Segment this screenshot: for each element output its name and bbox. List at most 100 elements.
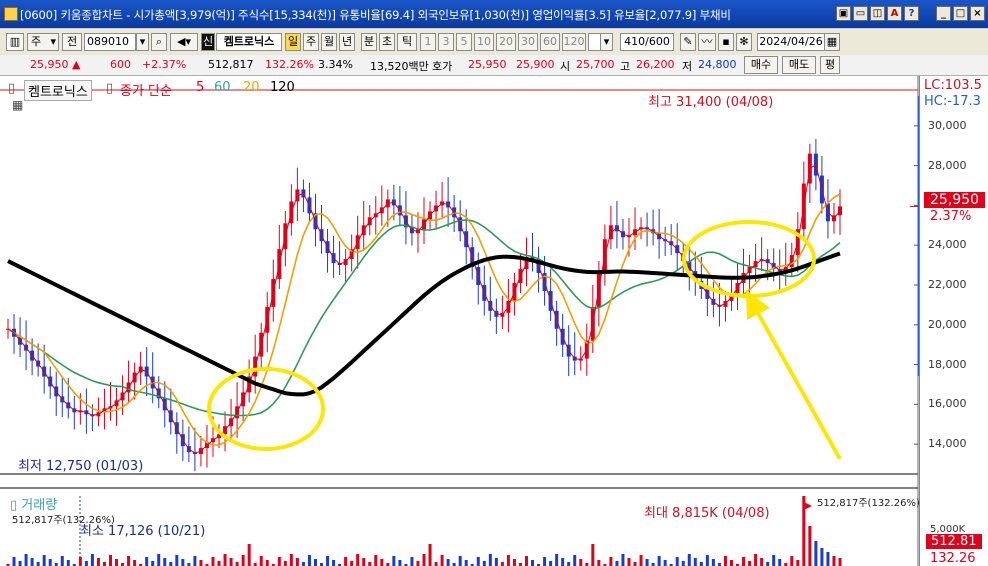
interval-5[interactable]: 5 bbox=[456, 33, 472, 51]
period-week[interactable]: 주 bbox=[303, 33, 319, 51]
legend-handle-2[interactable]: ▯ bbox=[106, 81, 113, 96]
ask-price: 25,950 bbox=[468, 58, 507, 71]
period-year[interactable]: 년 bbox=[339, 33, 355, 51]
period-minute[interactable]: 분 bbox=[361, 33, 377, 51]
legend-ma5: 5 bbox=[196, 80, 205, 95]
volume-last-pct: 132.26 bbox=[930, 551, 976, 566]
interval-30[interactable]: 30 bbox=[518, 33, 538, 51]
date-field[interactable]: 2024/04/26 bbox=[757, 33, 825, 51]
turnover-rate: 3.34% bbox=[318, 58, 353, 71]
volume-bar bbox=[440, 555, 444, 566]
quote-bar: 25,950 ▲ 600 +2.37% 512,817 132.26% 3.34… bbox=[0, 55, 988, 76]
bar-count-field[interactable]: 410/600 bbox=[620, 33, 674, 51]
volume-bar bbox=[549, 561, 553, 566]
volume-bar bbox=[229, 558, 233, 566]
volume-bar bbox=[18, 561, 22, 566]
interval-20[interactable]: 20 bbox=[496, 33, 516, 51]
eval-button[interactable]: 평 bbox=[820, 56, 840, 74]
volume-bar bbox=[639, 555, 643, 566]
prev-button[interactable]: 전 bbox=[62, 33, 82, 51]
volume-bar bbox=[609, 557, 613, 566]
window-split-icon[interactable]: ◫ bbox=[870, 6, 885, 21]
window-title: [0600] 키움종합차트 - 시가총액[3,979(억)] 주식수[15,33… bbox=[20, 8, 731, 22]
volume-bar bbox=[265, 560, 269, 566]
market-select[interactable]: 주 ▾ bbox=[27, 33, 59, 51]
legend-handle[interactable]: ▯ bbox=[8, 81, 15, 96]
volume-bar bbox=[42, 555, 46, 566]
bid-price: 25,900 bbox=[516, 58, 555, 71]
window-option-icon[interactable]: ▣ bbox=[836, 6, 851, 21]
y-tick-label: 30,000 bbox=[928, 118, 967, 132]
open-label: 시 bbox=[560, 60, 571, 73]
close-button[interactable]: × bbox=[970, 6, 985, 21]
window-layout-icon[interactable]: ▭ bbox=[853, 6, 868, 21]
legend-ma60: 60 bbox=[214, 80, 231, 95]
volume-max-pointer bbox=[804, 502, 812, 510]
price-axis[interactable]: LC:103.5 HC:-17.3 30,00028,00026,00024,0… bbox=[919, 76, 988, 566]
y-tick-label: 14,000 bbox=[928, 437, 967, 451]
volume-bar bbox=[687, 554, 691, 566]
volume-bar bbox=[832, 556, 836, 566]
volume-bar bbox=[645, 559, 649, 566]
buy-button[interactable]: 매수 bbox=[744, 56, 778, 74]
stock-code-input[interactable]: 089010 bbox=[84, 33, 136, 51]
graph-icon[interactable]: 〰 bbox=[698, 33, 716, 51]
volume-bar bbox=[127, 556, 131, 566]
chart-area[interactable]: ▯ 켐트로닉스 ▯ 종가 단순 5 60 20 120 ▦ 최고 31,400 … bbox=[0, 76, 988, 566]
legend-ma-label: 종가 단순 bbox=[120, 84, 172, 99]
help-icon[interactable]: ? bbox=[904, 6, 919, 21]
volume-bar bbox=[163, 558, 167, 566]
period-second[interactable]: 초 bbox=[379, 33, 395, 51]
y-tick-label: 22,000 bbox=[928, 277, 967, 291]
volume-bar bbox=[157, 554, 161, 566]
tool-icon[interactable]: ✎ bbox=[680, 33, 696, 51]
gear-icon[interactable]: ✻ bbox=[736, 33, 752, 51]
calendar-icon[interactable]: ▦ bbox=[824, 33, 840, 51]
price-change: 600 bbox=[110, 58, 131, 71]
speaker-icon[interactable]: ◀▾ bbox=[170, 33, 198, 51]
minimize-button[interactable]: _ bbox=[936, 6, 951, 21]
period-tick[interactable]: 틱 bbox=[397, 33, 417, 51]
interval-60[interactable]: 60 bbox=[540, 33, 560, 51]
volume-bar bbox=[356, 554, 360, 566]
save-icon[interactable]: ▪ bbox=[718, 33, 734, 51]
legend-stock-name[interactable]: 켐트로닉스 bbox=[24, 80, 92, 101]
period-day[interactable]: 일 bbox=[285, 33, 301, 51]
volume-bar bbox=[289, 554, 293, 566]
up-arrow-icon: ▲ bbox=[72, 58, 81, 71]
volume-bar bbox=[482, 561, 486, 566]
settings-icon[interactable]: ▥ bbox=[6, 33, 24, 51]
y-tick-label: 20,000 bbox=[928, 317, 967, 331]
volume-bar bbox=[301, 562, 305, 566]
volume-bar bbox=[476, 557, 480, 566]
volume-bar bbox=[446, 559, 450, 566]
search-icon[interactable]: ⌕ bbox=[151, 33, 167, 51]
interval-10[interactable]: 10 bbox=[474, 33, 494, 51]
interval-3[interactable]: 3 bbox=[438, 33, 454, 51]
window-pdf-icon[interactable]: A bbox=[887, 6, 902, 21]
interval-dropdown-icon[interactable]: ▾ bbox=[600, 33, 613, 51]
volume-bar bbox=[374, 555, 378, 566]
volume-bar bbox=[169, 562, 173, 566]
maximize-button[interactable]: □ bbox=[953, 6, 968, 21]
high-label: 고 bbox=[620, 60, 631, 73]
high-price: 26,200 bbox=[636, 58, 675, 71]
volume-bar bbox=[108, 555, 112, 566]
interval-120[interactable]: 120 bbox=[562, 33, 586, 51]
volume-bar bbox=[488, 554, 492, 566]
toolbar: ▥ 주 ▾ 전 089010 ▾ ⌕ ◀▾ 신 켐트로닉스 일 주 월 년 분 초… bbox=[0, 29, 988, 56]
high-annotation: 최고 31,400 (04/08) bbox=[648, 95, 774, 110]
y-tick-label: 16,000 bbox=[928, 397, 967, 411]
volume-bar bbox=[326, 556, 330, 566]
interval-1[interactable]: 1 bbox=[420, 33, 436, 51]
volume-bar bbox=[512, 559, 516, 566]
candle-body bbox=[838, 206, 842, 216]
volume-bar bbox=[12, 557, 16, 566]
period-month[interactable]: 월 bbox=[321, 33, 337, 51]
price-chart[interactable] bbox=[0, 76, 988, 566]
volume-bar bbox=[681, 561, 685, 566]
code-dropdown-icon[interactable]: ▾ bbox=[136, 33, 149, 51]
ma60-line bbox=[7, 219, 841, 417]
grid-icon[interactable]: ▦ bbox=[12, 98, 23, 112]
sell-button[interactable]: 매도 bbox=[782, 56, 816, 74]
